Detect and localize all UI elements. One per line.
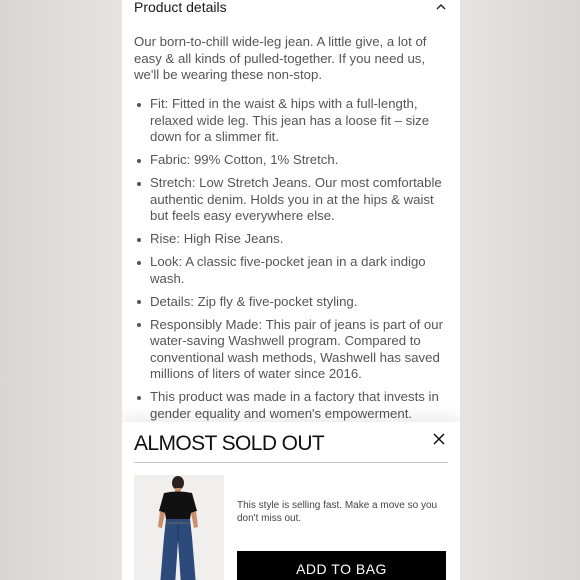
product-details-list: Fit: Fitted in the waist & hips with a f… (134, 96, 452, 429)
add-to-bag-button[interactable]: ADD TO BAG (237, 551, 446, 580)
product-image (134, 475, 224, 580)
product-page: Product details Our born-to-chill wide-l… (122, 0, 460, 580)
detail-details: Details: Zip fly & five-pocket styling. (134, 294, 452, 311)
close-icon[interactable] (432, 432, 446, 446)
modal-message: This style is selling fast. Make a move … (237, 500, 438, 524)
modal-divider (134, 462, 448, 463)
background-left (0, 0, 122, 580)
detail-fabric: Fabric: 99% Cotton, 1% Stretch. (134, 152, 452, 169)
detail-rise: Rise: High Rise Jeans. (134, 231, 452, 248)
detail-factory: This product was made in a factory that … (134, 389, 452, 422)
detail-responsibly-made: Responsibly Made: This pair of jeans is … (134, 317, 452, 383)
product-details-header[interactable]: Product details (134, 0, 448, 18)
background-right (460, 0, 580, 580)
product-details-title: Product details (134, 0, 227, 15)
product-description: Our born-to-chill wide-leg jean. A littl… (134, 34, 427, 82)
detail-stretch: Stretch: Low Stretch Jeans. Our most com… (134, 175, 452, 225)
detail-fit: Fit: Fitted in the waist & hips with a f… (134, 96, 452, 146)
modal-title: ALMOST SOLD OUT (134, 432, 325, 455)
almost-sold-out-modal: ALMOST SOLD OUT This style is selling fa… (122, 422, 460, 580)
chevron-up-icon[interactable] (434, 0, 448, 14)
detail-look: Look: A classic five-pocket jean in a da… (134, 254, 452, 287)
